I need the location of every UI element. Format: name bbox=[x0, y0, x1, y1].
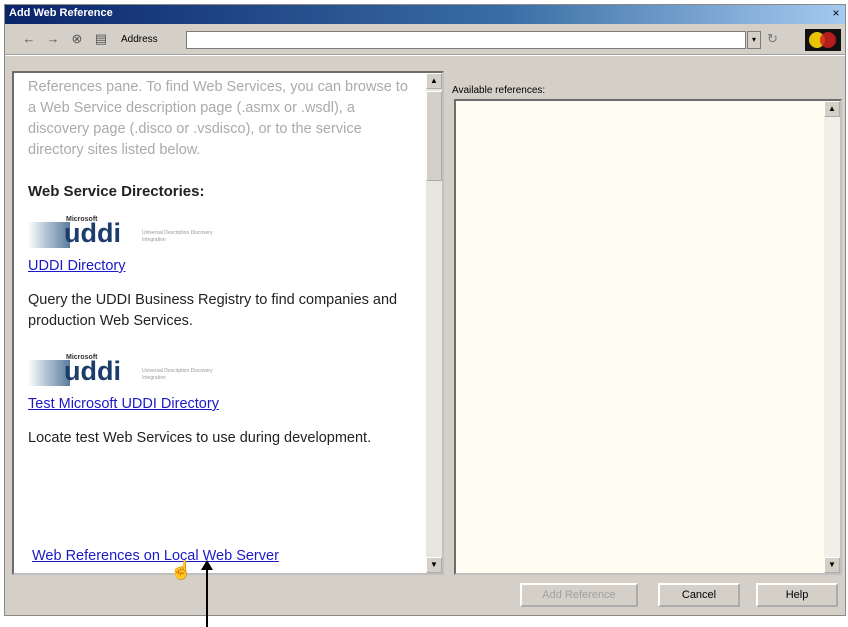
uddi-logo-word: uddi bbox=[64, 356, 121, 386]
toolbar-divider bbox=[5, 54, 845, 56]
stop-icon[interactable]: ⊗ bbox=[69, 31, 85, 47]
right-scrollbar[interactable]: ▲ ▼ bbox=[824, 101, 840, 573]
home-page-icon[interactable]: ▤ bbox=[93, 31, 109, 47]
test-uddi-logo: Microsoft uddi Universal Description Dis… bbox=[28, 354, 238, 390]
window-title: Add Web Reference bbox=[9, 7, 113, 19]
refresh-icon[interactable]: ↻ bbox=[767, 31, 778, 47]
uddi-logo-tagline: Universal Description Discovery Integrat… bbox=[142, 230, 213, 243]
scroll-up-icon[interactable]: ▲ bbox=[426, 73, 442, 89]
uddi-directory-description: Query the UDDI Business Registry to find… bbox=[28, 292, 398, 329]
uddi-logo: Microsoft uddi Universal Description Dis… bbox=[28, 216, 238, 252]
forward-arrow-icon[interactable]: → bbox=[45, 31, 61, 47]
web-browser-pane[interactable]: References pane. To find Web Services, y… bbox=[12, 71, 444, 575]
uddi-logo-word: uddi bbox=[64, 218, 121, 248]
available-references-list[interactable]: ▲ ▼ bbox=[454, 99, 842, 575]
logo-circle-red bbox=[820, 32, 836, 48]
address-input[interactable] bbox=[186, 31, 746, 49]
uddi-logo-tagline: Universal Description Discovery Integrat… bbox=[142, 368, 213, 381]
left-scrollbar[interactable]: ▲ ▼ bbox=[426, 73, 442, 573]
back-arrow-icon[interactable]: ← bbox=[21, 31, 37, 47]
local-web-server-link[interactable]: Web References on Local Web Server bbox=[32, 548, 279, 564]
directories-heading: Web Service Directories: bbox=[28, 183, 205, 200]
test-uddi-directory-description: Locate test Web Services to use during d… bbox=[28, 430, 372, 446]
scroll-down-icon[interactable]: ▼ bbox=[426, 557, 442, 573]
title-bar: Add Web Reference × bbox=[5, 5, 845, 24]
help-button[interactable]: Help bbox=[756, 583, 838, 607]
scroll-up-icon[interactable]: ▲ bbox=[824, 101, 840, 117]
uddi-directory-link[interactable]: UDDI Directory bbox=[28, 258, 418, 274]
hand-cursor-icon: ☝ bbox=[170, 560, 193, 580]
test-uddi-directory-link[interactable]: Test Microsoft UDDI Directory bbox=[28, 396, 418, 412]
add-reference-button[interactable]: Add Reference bbox=[520, 583, 638, 607]
chevron-down-icon[interactable]: ▾ bbox=[747, 31, 761, 49]
scroll-thumb[interactable] bbox=[426, 91, 442, 181]
browser-content: References pane. To find Web Services, y… bbox=[28, 77, 418, 449]
callout-arrow-line bbox=[206, 567, 208, 627]
address-label: Address bbox=[121, 34, 158, 45]
cancel-button[interactable]: Cancel bbox=[658, 583, 740, 607]
intro-text: References pane. To find Web Services, y… bbox=[28, 79, 408, 158]
visual-studio-logo bbox=[805, 29, 841, 51]
scroll-down-icon[interactable]: ▼ bbox=[824, 557, 840, 573]
browser-toolbar: ← → ⊗ ▤ Address ▾ ↻ bbox=[5, 25, 845, 53]
close-icon[interactable]: × bbox=[829, 6, 843, 20]
available-references-label: Available references: bbox=[452, 85, 546, 96]
